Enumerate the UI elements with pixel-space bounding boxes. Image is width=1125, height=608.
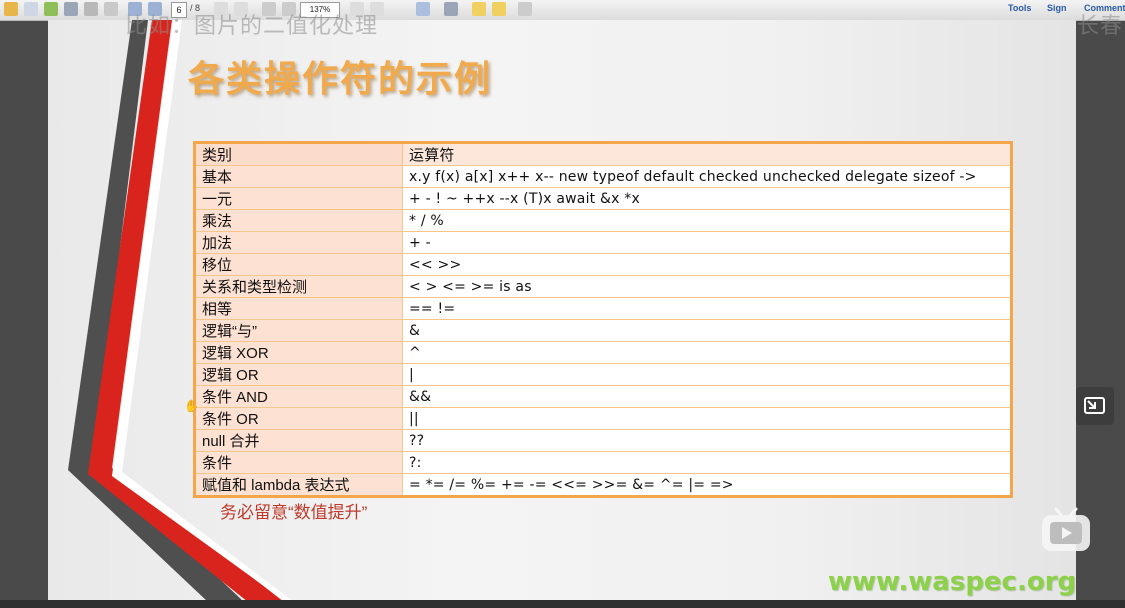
markup-icon[interactable] [518, 2, 532, 16]
operator-cell: x.y f(x) a[x] x++ x-- new typeof default… [402, 165, 1012, 188]
presentation-slide: 各类操作符的示例 类别 运算符 基本 x.y f(x) a[x] x++ x-- ne… [48, 20, 1076, 602]
category-cell: 加法 [194, 231, 403, 254]
website-watermark: www.waspec.org [828, 567, 1076, 597]
operator-cell: ^ [402, 341, 1012, 364]
category-cell: 移位 [194, 253, 403, 276]
tools-button[interactable]: Tools [1008, 3, 1031, 13]
category-cell: 一元 [194, 187, 403, 210]
category-cell: 相等 [194, 297, 403, 320]
bilibili-tv-icon[interactable] [1040, 505, 1092, 553]
table-row: 赋值和 lambda 表达式 = *= /= %= += -= <<= >>= &… [194, 473, 1012, 497]
table-row: 移位 << >> [194, 253, 1012, 276]
operator-cell: & [402, 319, 1012, 342]
operator-header: 运算符 [402, 142, 1012, 166]
operator-cell: = *= /= %= += -= <<= >>= &= ^= |= => [402, 473, 1012, 497]
operator-cell: + - [402, 231, 1012, 254]
table-row: 基本 x.y f(x) a[x] x++ x-- new typeof defau… [194, 165, 1012, 188]
table-row: 逻辑 OR | [194, 363, 1012, 386]
taskbar-strip [0, 600, 1125, 608]
numeric-promotion-note: 务必留意“数值提升” [220, 503, 368, 522]
operator-cell: + - ! ~ ++x --x (T)x await &x *x [402, 187, 1012, 210]
table-row: 加法 + - [194, 231, 1012, 254]
operator-cell: * / % [402, 209, 1012, 232]
table-row: 乘法 * / % [194, 209, 1012, 232]
category-cell: 条件 OR [194, 407, 403, 430]
category-cell: 赋值和 lambda 表达式 [194, 473, 403, 497]
sign-button[interactable]: Sign [1047, 3, 1067, 13]
table-row: 关系和类型检测 < > <= >= is as [194, 275, 1012, 298]
cloud-icon[interactable] [44, 2, 58, 16]
category-cell: 逻辑“与” [194, 319, 403, 342]
table-row: 相等 == != [194, 297, 1012, 320]
save-icon[interactable] [64, 2, 78, 16]
print-icon[interactable] [84, 2, 98, 16]
category-cell: 基本 [194, 165, 403, 188]
table-row: 条件 OR || [194, 407, 1012, 430]
subtitle-overlay: 比如：图片的二值化处理 [125, 13, 379, 38]
operator-cell: < > <= >= is as [402, 275, 1012, 298]
category-cell: 条件 AND [194, 385, 403, 408]
highlight-icon[interactable] [492, 2, 506, 16]
hand-cursor-icon: ✋ [184, 399, 199, 413]
edit-icon[interactable] [24, 2, 38, 16]
email-icon[interactable] [104, 2, 118, 16]
category-cell: null 合并 [194, 429, 403, 452]
category-cell: 逻辑 OR [194, 363, 403, 386]
category-cell: 关系和类型检测 [194, 275, 403, 298]
table-row: 条件 AND && [194, 385, 1012, 408]
table-row: 逻辑 XOR ^ [194, 341, 1012, 364]
category-cell: 逻辑 XOR [194, 341, 403, 364]
right-overlay-text: 长春 [1077, 13, 1124, 38]
table-row: 一元 + - ! ~ ++x --x (T)x await &x *x [194, 187, 1012, 210]
operator-cell: << >> [402, 253, 1012, 276]
table-header-row: 类别 运算符 [194, 142, 1012, 166]
pip-icon [1084, 397, 1105, 414]
category-header: 类别 [194, 142, 403, 166]
operator-cell: || [402, 407, 1012, 430]
operator-table: 类别 运算符 基本 x.y f(x) a[x] x++ x-- new typeof … [193, 141, 1013, 498]
picture-in-picture-button[interactable] [1076, 387, 1114, 425]
open-icon[interactable] [4, 2, 18, 16]
category-cell: 乘法 [194, 209, 403, 232]
operator-cell: ?: [402, 451, 1012, 474]
operator-cell: == != [402, 297, 1012, 320]
table-row: 逻辑“与” & [194, 319, 1012, 342]
operator-cell: | [402, 363, 1012, 386]
category-cell: 条件 [194, 451, 403, 474]
slide-title: 各类操作符的示例 [188, 59, 493, 100]
operator-cell: ?? [402, 429, 1012, 452]
comment-icon[interactable] [472, 2, 486, 16]
read-mode-icon[interactable] [416, 2, 430, 16]
table-row: 条件?: [194, 451, 1012, 474]
table-row: null 合并?? [194, 429, 1012, 452]
sign-icon[interactable] [444, 2, 458, 16]
operator-cell: && [402, 385, 1012, 408]
